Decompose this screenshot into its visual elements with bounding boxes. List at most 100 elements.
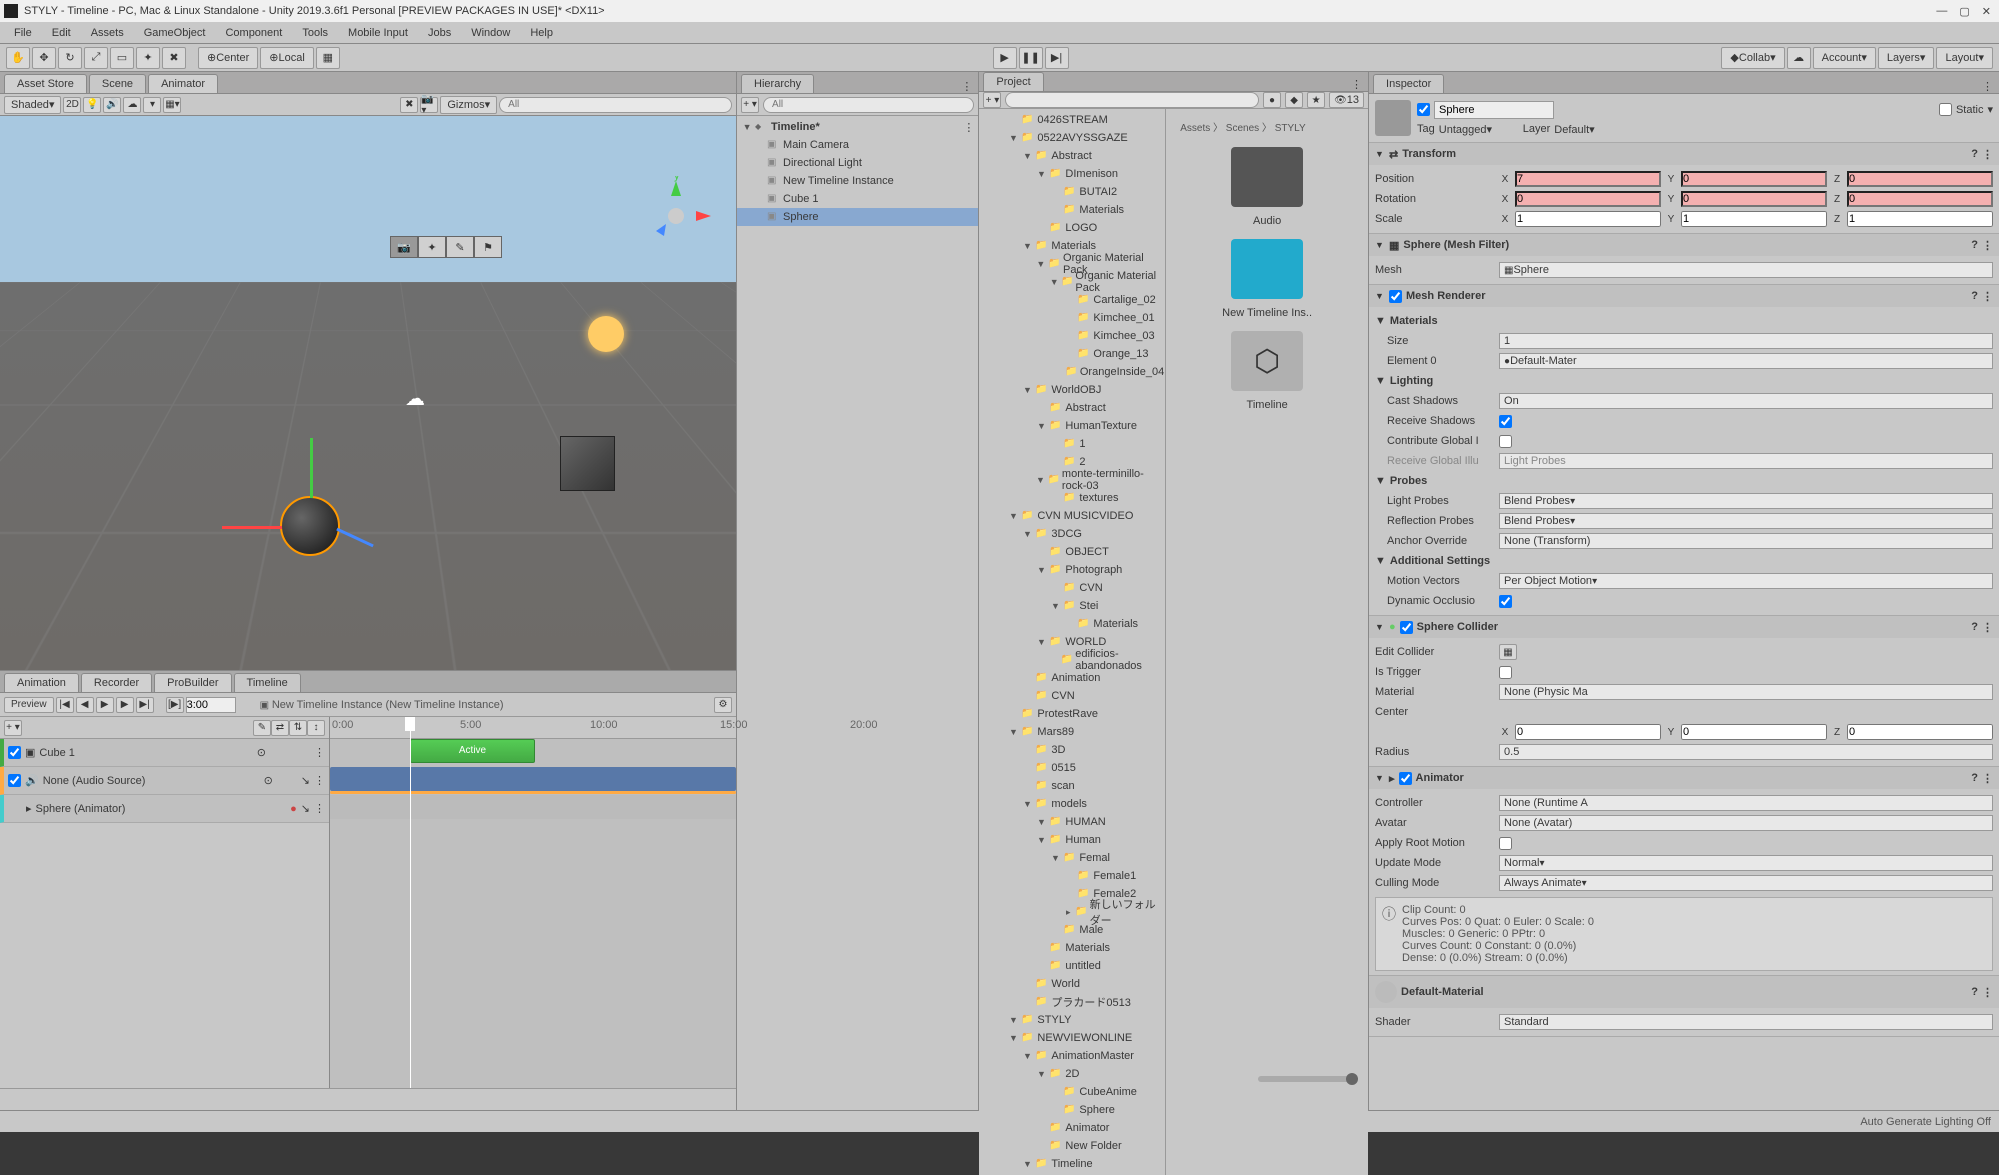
tab-hierarchy[interactable]: Hierarchy: [741, 74, 814, 93]
gameobject-enable-checkbox[interactable]: [1417, 103, 1430, 116]
project-tree-item[interactable]: 3D: [979, 741, 1165, 759]
timeline-clip-active[interactable]: Active: [410, 739, 535, 763]
project-tree-item[interactable]: Orange_13: [979, 345, 1165, 363]
scene-overlay-tool-button[interactable]: ✎: [446, 236, 474, 258]
gameobject-icon[interactable]: [1375, 100, 1411, 136]
project-tree-item[interactable]: Abstract: [979, 399, 1165, 417]
physic-material-dropdown[interactable]: None (Physic Ma: [1499, 684, 1993, 700]
pivot-center-button[interactable]: ⊕ Center: [198, 47, 258, 69]
project-tree-item[interactable]: LOGO: [979, 219, 1165, 237]
orientation-gizmo[interactable]: y: [636, 176, 716, 256]
project-tree-item[interactable]: ▼CVN MUSICVIDEO: [979, 507, 1165, 525]
dynamic-occlusion-checkbox[interactable]: [1499, 595, 1512, 608]
timeline-play2-button[interactable]: [▶]: [166, 697, 184, 713]
tab-animation[interactable]: Animation: [4, 673, 79, 692]
preview-button[interactable]: Preview: [4, 697, 54, 713]
update-mode-dropdown[interactable]: Normal ▾: [1499, 855, 1993, 871]
center-x-input[interactable]: [1515, 724, 1661, 740]
timeline-first-button[interactable]: |◀: [56, 697, 74, 713]
project-tree-item[interactable]: Animator: [979, 1119, 1165, 1137]
project-tree-item[interactable]: ▼monte-terminillo-rock-03: [979, 471, 1165, 489]
fx-toggle-button[interactable]: ☁: [123, 97, 141, 113]
project-search-input[interactable]: [1005, 92, 1259, 108]
project-tree-item[interactable]: ▼HumanTexture: [979, 417, 1165, 435]
position-z-input[interactable]: [1847, 171, 1993, 187]
scene-search-input[interactable]: [499, 97, 732, 113]
project-tree-item[interactable]: ▼0522AVYSSGAZE: [979, 129, 1165, 147]
timeline-frame-input[interactable]: [186, 697, 236, 713]
motion-vectors-dropdown[interactable]: Per Object Motion ▾: [1499, 573, 1993, 589]
timeline-track-cube[interactable]: ▣Cube 1 ⊙ ⋮: [0, 739, 329, 767]
project-tree-item[interactable]: ▼Photograph: [979, 561, 1165, 579]
menu-help[interactable]: Help: [520, 27, 563, 39]
project-menu-icon[interactable]: ⋮: [1345, 78, 1368, 91]
project-tree-item[interactable]: CVN: [979, 579, 1165, 597]
project-tree-item[interactable]: ▼Timeline: [979, 1155, 1165, 1173]
project-tree-item[interactable]: New Folder: [979, 1137, 1165, 1155]
project-filter-3[interactable]: ★: [1307, 92, 1325, 108]
collider-enable[interactable]: [1400, 621, 1413, 634]
timeline-ruler[interactable]: 0:00 5:00 10:00 15:00 20:00: [330, 717, 736, 739]
menu-gameobject[interactable]: GameObject: [134, 27, 216, 39]
material-element0-dropdown[interactable]: ● Default-Mater: [1499, 353, 1993, 369]
rotation-y-input[interactable]: [1681, 191, 1827, 207]
project-filter-2[interactable]: ◆: [1285, 92, 1303, 108]
rect-tool-button[interactable]: ▭: [110, 47, 134, 69]
project-tree-item[interactable]: ▼Organic Material Pack: [979, 273, 1165, 291]
scene-camera-button[interactable]: ✖: [400, 97, 418, 113]
project-tree-item[interactable]: Materials: [979, 939, 1165, 957]
menu-jobs[interactable]: Jobs: [418, 27, 461, 39]
custom-tool-button[interactable]: ✖: [162, 47, 186, 69]
transform-tool-button[interactable]: ✦: [136, 47, 160, 69]
scene-view[interactable]: 📷 ✦ ✎ ⚑ ☁ y: [0, 116, 736, 670]
snap-button[interactable]: ▦: [316, 47, 340, 69]
layer-dropdown[interactable]: Default▾: [1554, 123, 1624, 136]
receive-shadows-checkbox[interactable]: [1499, 415, 1512, 428]
mesh-renderer-enable[interactable]: [1389, 290, 1402, 303]
scene-overlay-flag-button[interactable]: ⚑: [474, 236, 502, 258]
project-tree-item[interactable]: ProtestRave: [979, 705, 1165, 723]
layout-dropdown[interactable]: Layout ▾: [1936, 47, 1993, 69]
track-edit-button[interactable]: ✎: [253, 720, 271, 736]
tab-inspector[interactable]: Inspector: [1373, 74, 1444, 93]
lighting-toggle-button[interactable]: 💡: [83, 97, 101, 113]
project-tree-item[interactable]: ▼Mars89: [979, 723, 1165, 741]
hierarchy-scene-row[interactable]: ▼Timeline*⋮: [737, 118, 978, 136]
project-tree-item[interactable]: CubeAnime: [979, 1083, 1165, 1101]
audio-toggle-button[interactable]: 🔊: [103, 97, 121, 113]
cast-shadows-dropdown[interactable]: On: [1499, 393, 1993, 409]
scene-overlay-camera-button[interactable]: 📷: [390, 236, 418, 258]
culling-mode-dropdown[interactable]: Always Animate ▾: [1499, 875, 1993, 891]
project-tree-item[interactable]: ▼models: [979, 795, 1165, 813]
project-thumb-audio[interactable]: Audio: [1174, 147, 1360, 227]
project-tree-item[interactable]: Sphere: [979, 1101, 1165, 1119]
camera-gizmo-icon[interactable]: ☁: [405, 386, 425, 411]
hierarchy-create-button[interactable]: + ▾: [741, 97, 759, 113]
hierarchy-search-input[interactable]: [763, 97, 974, 113]
animator-enable[interactable]: [1399, 772, 1412, 785]
project-create-button[interactable]: + ▾: [983, 92, 1001, 108]
tab-asset-store[interactable]: Asset Store: [4, 74, 87, 93]
directional-light-gizmo[interactable]: [588, 316, 624, 352]
avatar-dropdown[interactable]: None (Avatar): [1499, 815, 1993, 831]
project-tree-item[interactable]: CVN: [979, 687, 1165, 705]
pivot-local-button[interactable]: ⊕ Local: [260, 47, 314, 69]
scene-overlay-fx-button[interactable]: ✦: [418, 236, 446, 258]
menu-assets[interactable]: Assets: [81, 27, 134, 39]
project-tree-item[interactable]: ▼WorldOBJ: [979, 381, 1165, 399]
track-mix-button[interactable]: ⇄: [271, 720, 289, 736]
account-dropdown[interactable]: Account ▾: [1813, 47, 1876, 69]
scale-z-input[interactable]: [1847, 211, 1993, 227]
project-tree-item[interactable]: ▼NEWVIEWONLINE: [979, 1029, 1165, 1047]
hierarchy-item[interactable]: Cube 1: [737, 190, 978, 208]
menu-component[interactable]: Component: [215, 27, 292, 39]
center-z-input[interactable]: [1847, 724, 1993, 740]
radius-input[interactable]: 0.5: [1499, 744, 1993, 760]
project-tree-item[interactable]: untitled: [979, 957, 1165, 975]
materials-size-input[interactable]: 1: [1499, 333, 1993, 349]
rotate-tool-button[interactable]: ↻: [58, 47, 82, 69]
tab-recorder[interactable]: Recorder: [81, 673, 152, 692]
scale-x-input[interactable]: [1515, 211, 1661, 227]
project-tree-item[interactable]: ▼HUMAN: [979, 813, 1165, 831]
project-tree-item[interactable]: ▼Stei: [979, 597, 1165, 615]
